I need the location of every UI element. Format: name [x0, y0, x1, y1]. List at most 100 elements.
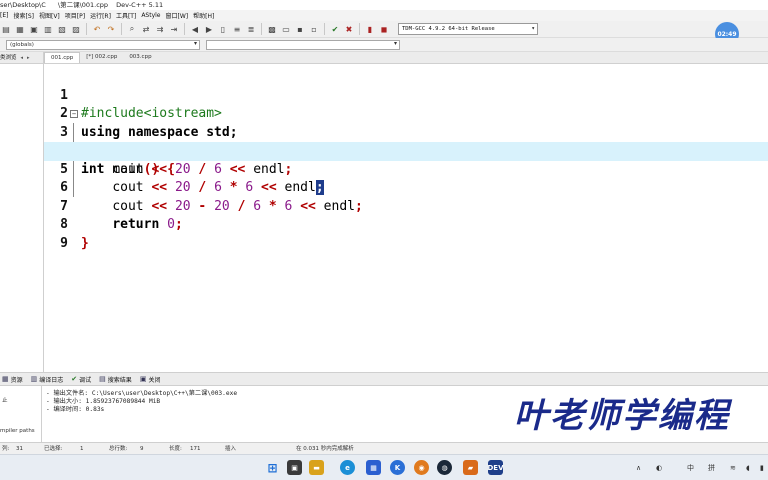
tab-resources[interactable]: ▦ 资源 — [2, 375, 23, 384]
code-line[interactable]: 9 — [44, 216, 768, 251]
compiler-select[interactable]: TDM-GCC 4.9.2 64-bit Release — [398, 23, 538, 35]
code-editor[interactable]: 1 #include<iostream> 2 using namespace s… — [44, 64, 768, 370]
toolbar-separator — [359, 23, 360, 35]
menu-edit[interactable]: [E] — [0, 12, 13, 19]
new-file-icon[interactable]: ▤ — [0, 23, 12, 35]
menu-tools[interactable]: 工具[T] — [116, 11, 141, 20]
abort-button[interactable]: 止 — [2, 396, 8, 404]
dev-cpp-taskbar-icon[interactable]: DEV — [488, 460, 504, 475]
log-line: - 输出文件名: C:\Users\user\Desktop\C++\第二课\0… — [46, 390, 238, 397]
orange-app-icon[interactable]: ◉ — [414, 460, 429, 475]
resources-icon: ▦ — [2, 375, 9, 383]
steam-icon[interactable]: ◍ — [437, 460, 452, 475]
tab-label: 关闭 — [148, 376, 161, 384]
line-number: 9 — [60, 235, 68, 251]
ime-mode[interactable]: 拼 — [708, 455, 715, 480]
chart-icon[interactable]: ▮ — [364, 23, 376, 35]
output-side-panel: 止 mpiler paths — [0, 386, 42, 442]
task-view-icon[interactable]: ▣ — [287, 460, 302, 475]
menu-run[interactable]: 运行[R] — [90, 11, 116, 20]
code-line[interactable]: 2 using namespace std; — [44, 87, 768, 140]
check-syntax-icon[interactable]: ✔ — [329, 23, 341, 35]
unindent-icon[interactable]: ≣ — [245, 23, 257, 35]
debug-icon[interactable]: ◼ — [378, 23, 390, 35]
tab-close[interactable]: ▣ 关闭 — [140, 375, 161, 384]
windows-taskbar: ⊞ ▣ ▬ e ▦ K ◉ ◍ ▰ DEV ∧ ◐ 中 拼 ≋ ◖ ▮ — [0, 454, 768, 480]
indent-icon[interactable]: ≡ — [231, 23, 243, 35]
debug-icon: ✔ — [71, 375, 78, 383]
menu-astyle[interactable]: AStyle — [141, 12, 165, 19]
tab-label: 编译日志 — [39, 376, 64, 384]
tray-chevron-icon[interactable]: ∧ — [636, 455, 641, 480]
code-text: } — [81, 235, 89, 251]
code-line[interactable]: 1 #include<iostream> — [44, 68, 768, 122]
nav-back-icon[interactable]: ◀ — [189, 23, 201, 35]
volume-icon[interactable]: ◖ — [746, 455, 750, 480]
tab-label: 搜索结果 — [107, 376, 132, 384]
code-line-current[interactable]: 5 cout << 20 / 6 * 6 << endl; — [44, 142, 768, 195]
compile-run-icon[interactable]: ▪ — [294, 23, 306, 35]
toolbar-separator — [86, 23, 87, 35]
tab-label: 调试 — [79, 376, 92, 384]
scroll-right-icon[interactable]: ▸ — [27, 52, 30, 63]
class-browser-panel: 类浏览 ◂ ▸ — [0, 52, 44, 372]
code-line[interactable]: 8 } — [44, 198, 768, 251]
print-icon[interactable]: ▨ — [70, 23, 82, 35]
nav-forward-icon[interactable]: ▶ — [203, 23, 215, 35]
goto-line-icon[interactable]: ⇥ — [168, 23, 180, 35]
menu-project[interactable]: 项目[P] — [65, 11, 90, 20]
tab-compile-log[interactable]: ▥ 编译日志 — [31, 375, 64, 384]
wifi-icon[interactable]: ≋ — [730, 455, 736, 480]
find-next-icon[interactable]: ⇉ — [154, 23, 166, 35]
scope-select[interactable]: (globals) — [6, 40, 200, 50]
toolbar-separator — [121, 23, 122, 35]
toolbar-separator — [184, 23, 185, 35]
folder-app-icon[interactable]: ▰ — [463, 460, 478, 475]
fold-collapse-icon[interactable]: − — [70, 110, 78, 118]
tab-003-cpp[interactable]: 003.cpp — [123, 52, 157, 63]
stop-icon[interactable]: ✖ — [343, 23, 355, 35]
scroll-left-icon[interactable]: ◂ — [21, 52, 24, 63]
menu-bar: [E] 搜索[S] 视图[V] 项目[P] 运行[R] 工具[T] AStyle… — [0, 10, 768, 21]
edge-icon[interactable]: e — [340, 460, 355, 475]
store-icon[interactable]: ▦ — [366, 460, 381, 475]
k-app-icon[interactable]: K — [390, 460, 405, 475]
file-explorer-icon[interactable]: ▬ — [309, 460, 324, 475]
code-line[interactable]: 4 cout << 20 / 6 << endl; — [44, 124, 768, 177]
save-all-icon[interactable]: ▥ — [42, 23, 54, 35]
bookmark-icon[interactable]: ▯ — [217, 23, 229, 35]
code-line[interactable]: 7 return 0; — [44, 179, 768, 233]
replace-icon[interactable]: ⇄ — [140, 23, 152, 35]
code-line[interactable]: 6 cout << 20 - 20 / 6 * 6 << endl; — [44, 161, 768, 214]
menu-view[interactable]: 视图[V] — [39, 11, 65, 20]
status-bar: 列: 31 已选择: 1 总行数: 9 长度: 171 插入 在 0.031 秒… — [0, 442, 768, 454]
main-toolbar: ▤ ▦ ▣ ▥ ▧ ▨ ↶ ↷ ⌕ ⇄ ⇉ ⇥ ◀ ▶ ▯ ≡ ≣ ▩ ▭ ▪ … — [0, 21, 768, 38]
menu-search[interactable]: 搜索[S] — [13, 11, 39, 20]
toolbar-separator — [324, 23, 325, 35]
tab-search-results[interactable]: ▤ 搜索结果 — [99, 375, 132, 384]
find-icon[interactable]: ⌕ — [126, 23, 138, 35]
run-icon[interactable]: ▭ — [280, 23, 292, 35]
tab-debug[interactable]: ✔ 调试 — [71, 375, 91, 384]
class-browser-tab[interactable]: 类浏览 — [0, 52, 17, 63]
code-line[interactable]: 3 − int main() { — [44, 105, 768, 177]
start-icon[interactable]: ⊞ — [265, 460, 280, 475]
title-file: \第二课\001.cpp — [57, 1, 109, 9]
ime-language[interactable]: 中 — [687, 455, 694, 480]
close-file-icon[interactable]: ▧ — [56, 23, 68, 35]
undo-icon[interactable]: ↶ — [91, 23, 103, 35]
rebuild-icon[interactable]: ▫ — [308, 23, 320, 35]
member-select[interactable] — [206, 40, 400, 50]
scope-toolbar: (globals) — [0, 38, 768, 52]
menu-window[interactable]: 窗口[W] — [166, 11, 194, 20]
compile-icon[interactable]: ▩ — [266, 23, 278, 35]
save-icon[interactable]: ▣ — [28, 23, 40, 35]
open-file-icon[interactable]: ▦ — [14, 23, 26, 35]
menu-help[interactable]: 帮助[H] — [193, 11, 219, 20]
redo-icon[interactable]: ↷ — [105, 23, 117, 35]
battery-icon[interactable]: ▮ — [760, 455, 764, 480]
compile-log-icon: ▥ — [30, 375, 38, 383]
tab-002-cpp[interactable]: [*] 002.cpp — [80, 52, 123, 63]
tab-001-cpp[interactable]: 001.cpp — [44, 52, 81, 63]
tray-headset-icon[interactable]: ◐ — [656, 455, 662, 480]
